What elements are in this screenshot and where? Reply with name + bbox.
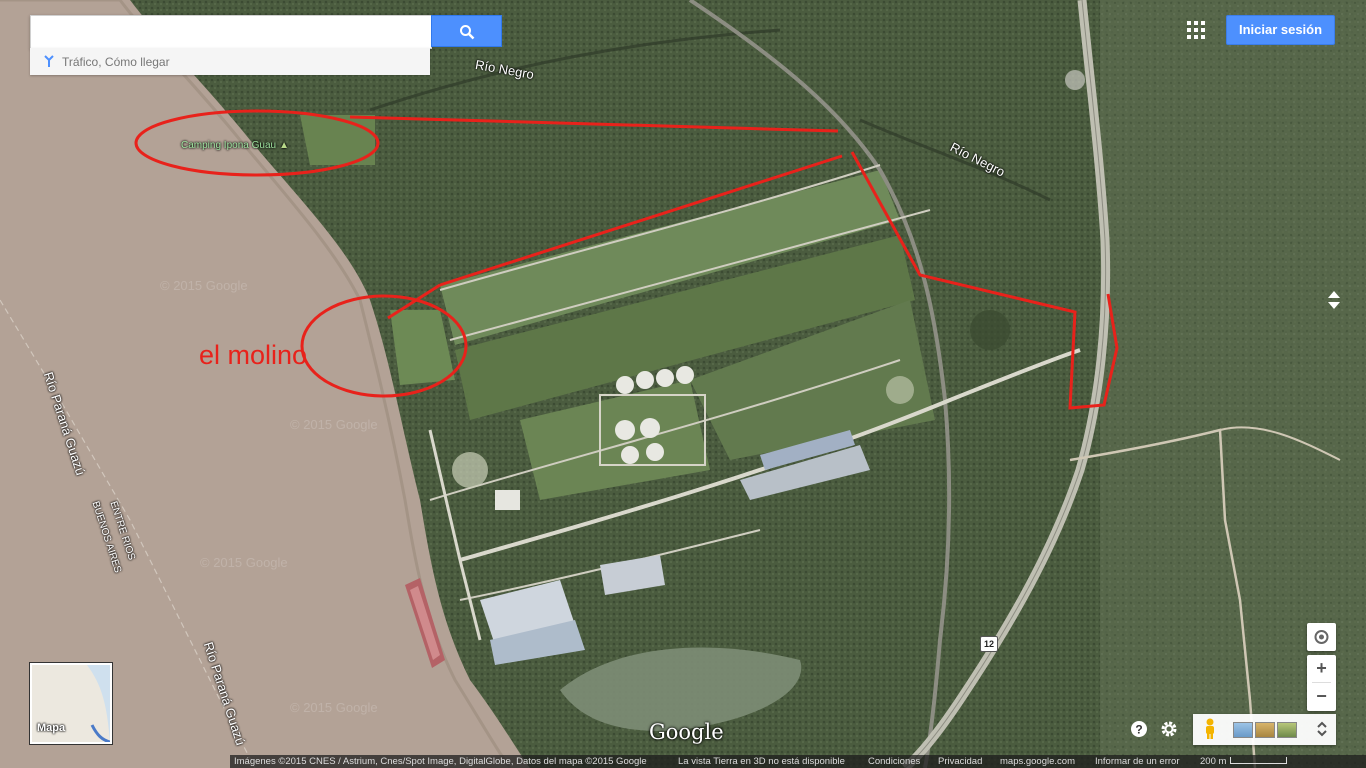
watermark-4: © 2015 Google (290, 700, 378, 715)
no-3d-notice: La vista Tierra en 3D no está disponible (678, 756, 845, 767)
camping-label-text: Camping Ipona Guau (181, 140, 277, 151)
camping-poi-label[interactable]: Camping Ipona Guau ▲ (181, 140, 289, 151)
apps-grid-icon[interactable] (1185, 19, 1207, 41)
site-link[interactable]: maps.google.com (1000, 755, 1075, 768)
camping-icon: ▲ (279, 140, 289, 151)
privacy-link[interactable]: Privacidad (938, 755, 982, 768)
attribution-bar: Imágenes ©2015 CNES / Astrium, Cnes/Spot… (230, 755, 1366, 768)
zoom-control: + − (1307, 655, 1336, 711)
compass-icon[interactable] (1326, 290, 1342, 310)
my-location-icon (1314, 630, 1329, 644)
location-control[interactable] (1307, 623, 1336, 651)
signin-button[interactable]: Iniciar sesión (1226, 15, 1335, 45)
directions-icon (44, 55, 54, 67)
minimap-label: Mapa (37, 722, 66, 734)
search-button[interactable] (431, 15, 502, 47)
watermark-2: © 2015 Google (290, 417, 378, 432)
scale-bar (1230, 757, 1287, 764)
route-12-shield: 12 (980, 636, 998, 652)
google-logo: Google (649, 720, 724, 744)
pegman-icon[interactable] (1203, 718, 1217, 740)
conditions-link[interactable]: Condiciones (868, 755, 920, 768)
scale-label: 200 m (1200, 756, 1227, 767)
watermark-1: © 2015 Google (160, 278, 248, 293)
report-error-link[interactable]: Informar de un error (1095, 755, 1179, 768)
zoom-in-button[interactable]: + (1307, 655, 1336, 682)
help-icon[interactable]: ? (1130, 720, 1148, 738)
zoom-out-button[interactable]: − (1307, 683, 1336, 710)
imagery-thumb-1[interactable] (1233, 722, 1253, 738)
imagery-credit: Imágenes ©2015 CNES / Astrium, Cnes/Spot… (234, 756, 647, 767)
molino-annotation-text: el molino (199, 340, 308, 370)
imagery-thumb-2[interactable] (1255, 722, 1275, 738)
watermark-3: © 2015 Google (200, 555, 288, 570)
imagery-thumb-3[interactable] (1277, 722, 1297, 738)
street-view-bar (1193, 714, 1336, 745)
search-input[interactable] (31, 16, 431, 46)
gear-icon[interactable] (1160, 720, 1178, 738)
directions-label: Tráfico, Cómo llegar (62, 55, 170, 69)
search-box[interactable] (30, 15, 432, 49)
search-icon (460, 25, 475, 40)
svg-text:?: ? (1135, 723, 1142, 737)
map-view-toggle[interactable]: Mapa (29, 662, 113, 745)
traffic-directions-link[interactable]: Tráfico, Cómo llegar (30, 48, 430, 75)
chevron-expand-icon[interactable] (1315, 720, 1329, 738)
